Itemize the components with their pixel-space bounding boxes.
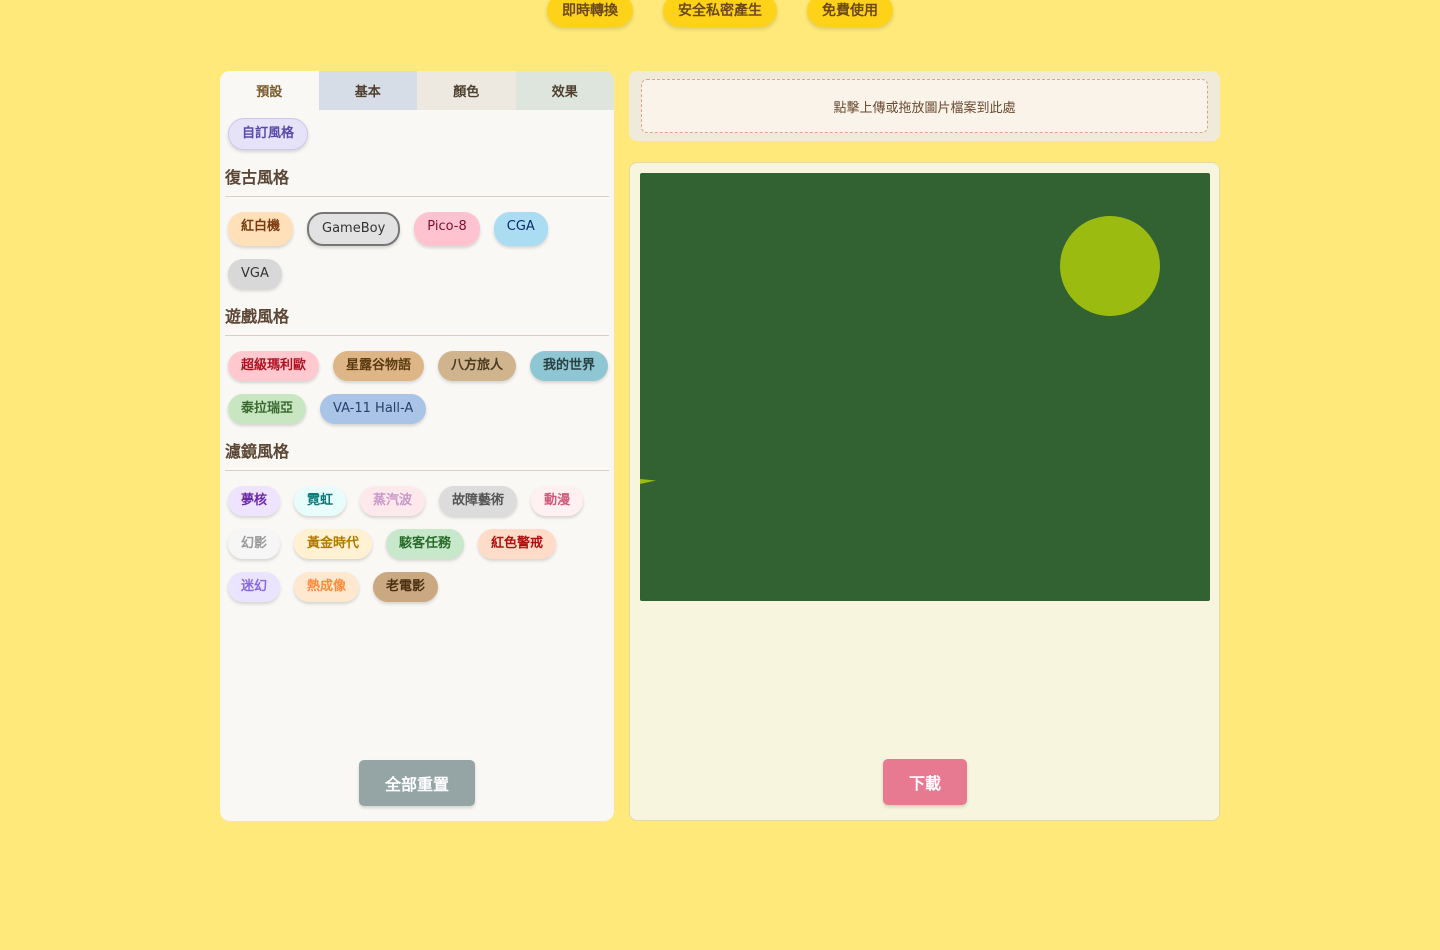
preset-famicom[interactable]: 紅白機 [228,212,294,246]
badge-free: 免費使用 [807,0,893,27]
preset-old-movie[interactable]: 老電影 [373,572,439,602]
preset-dreamcore[interactable]: 夢核 [228,486,281,516]
custom-style-button[interactable]: 自訂風格 [228,118,309,150]
preset-gameboy[interactable]: GameBoy [307,212,401,246]
section-title-filter: 濾鏡風格 [225,438,609,471]
pixel-circle [1060,216,1160,316]
tab-presets[interactable]: 預設 [220,71,319,110]
tab-color[interactable]: 顏色 [417,71,516,110]
preset-red-alert[interactable]: 紅色警戒 [478,529,557,559]
preset-vaporwave[interactable]: 蒸汽波 [360,486,426,516]
custom-row: 自訂風格 [225,118,609,150]
game-chips: 超級瑪利歐 星露谷物語 八方旅人 我的世界 泰拉瑞亞 VA-11 Hall-A [225,351,609,424]
preset-pico8[interactable]: Pico-8 [414,212,480,246]
preset-cga[interactable]: CGA [493,212,548,246]
preset-matrix[interactable]: 駭客任務 [386,529,465,559]
tab-basic[interactable]: 基本 [318,71,417,110]
preset-golden-age[interactable]: 黃金時代 [294,529,373,559]
pixel-sliver [640,479,656,484]
badge-private: 安全私密產生 [663,0,777,27]
preview-panel: 下載 [629,162,1220,821]
badge-realtime: 即時轉換 [547,0,633,27]
upload-panel: 點擊上傳或拖放圖片檔案到此處 [629,71,1220,141]
preset-mario[interactable]: 超級瑪利歐 [228,351,320,381]
preset-neon[interactable]: 霓虹 [294,486,347,516]
preview-canvas [640,173,1210,601]
presets-body: 自訂風格 復古風格 紅白機 GameBoy Pico-8 CGA VGA 遊戲風… [220,110,614,602]
section-title-game: 遊戲風格 [225,303,609,336]
preset-glitch[interactable]: 故障藝術 [439,486,518,516]
preset-octopath[interactable]: 八方旅人 [438,351,517,381]
download-button[interactable]: 下載 [883,759,967,805]
tab-bar: 預設 基本 顏色 效果 [220,71,614,110]
preset-thermal[interactable]: 熱成像 [294,572,360,602]
reset-all-button[interactable]: 全部重置 [359,760,475,806]
preset-va11[interactable]: VA-11 Hall-A [320,394,427,424]
preset-anime[interactable]: 動漫 [531,486,584,516]
upload-dropzone[interactable]: 點擊上傳或拖放圖片檔案到此處 [641,79,1208,133]
style-panel: 預設 基本 顏色 效果 自訂風格 復古風格 紅白機 GameBoy Pico-8… [220,71,614,821]
retro-chips: 紅白機 GameBoy Pico-8 CGA VGA [225,212,609,289]
preset-phantom[interactable]: 幻影 [228,529,281,559]
filter-chips: 夢核 霓虹 蒸汽波 故障藝術 動漫 幻影 黃金時代 駭客任務 紅色警戒 迷幻 熱… [225,486,609,602]
preset-psychedelic[interactable]: 迷幻 [228,572,281,602]
preset-minecraft[interactable]: 我的世界 [530,351,609,381]
preset-terraria[interactable]: 泰拉瑞亞 [228,394,307,424]
tab-effects[interactable]: 效果 [515,71,614,110]
preset-stardew[interactable]: 星露谷物語 [333,351,425,381]
feature-badges: 即時轉換 安全私密產生 免費使用 [0,0,1440,27]
preset-vga[interactable]: VGA [228,259,282,289]
section-title-retro: 復古風格 [225,164,609,197]
